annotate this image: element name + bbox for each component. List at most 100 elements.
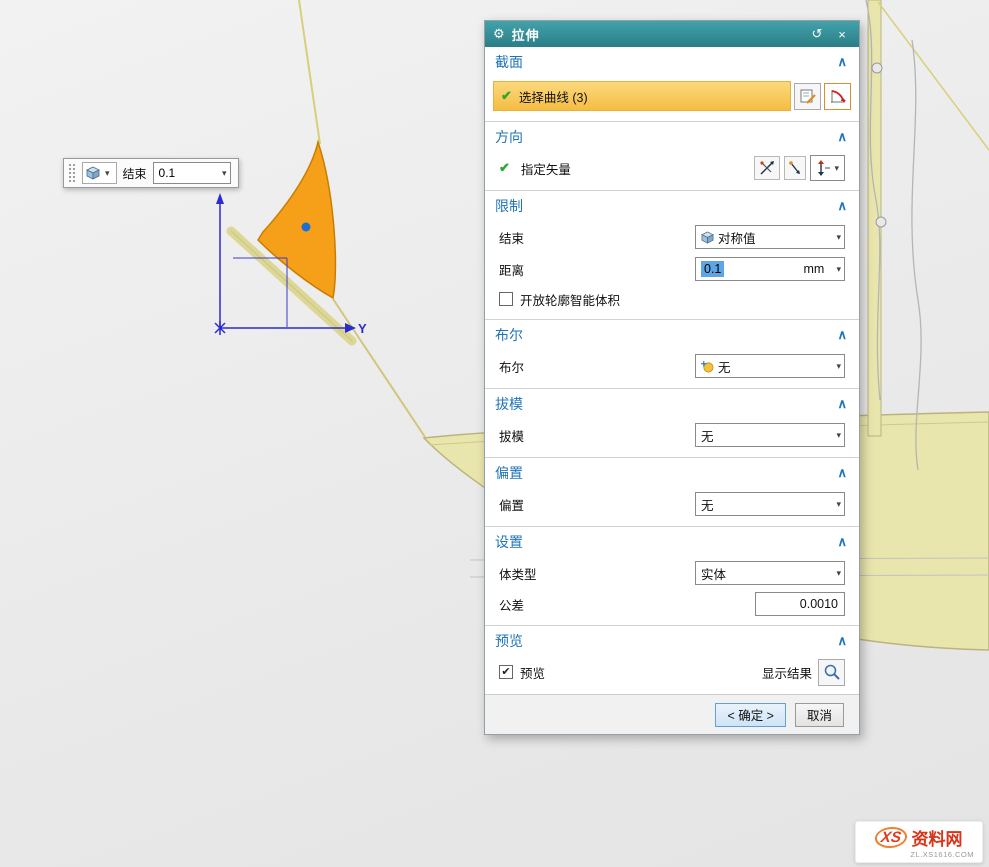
watermark-brand: 资料网 — [912, 825, 963, 850]
curve-rule-button[interactable] — [824, 83, 851, 110]
boolean-value: 无 — [718, 357, 731, 376]
group-preview: 预览 ∧ ✔ 预览 显示结果 — [485, 625, 859, 694]
distance-row: 距离 0.1 mm ▾ — [485, 253, 859, 285]
sketch-section-icon — [799, 87, 817, 105]
draft-dropdown[interactable]: 无 ▾ — [695, 423, 845, 447]
end-row: 结束 对称值 ▾ — [485, 221, 859, 253]
chevron-up-icon[interactable]: ∧ — [837, 465, 847, 481]
caret-down-icon: ▾ — [219, 169, 230, 178]
reverse-direction-dropdown[interactable]: ▾ — [810, 155, 845, 181]
stay-line-top — [299, 0, 320, 144]
boolean-none-icon — [701, 360, 714, 373]
draft-row: 拔模 无 ▾ — [485, 419, 859, 451]
mini-end-label: 结束 — [123, 165, 147, 182]
caret-down-icon: ▾ — [833, 265, 844, 274]
rigging-line-right — [878, 2, 989, 150]
group-boolean: 布尔 ∧ 布尔 无 ▾ — [485, 319, 859, 388]
mini-distance-value: 0.1 — [159, 166, 176, 180]
group-section: 截面 ∧ ✔ 选择曲线 (3) — [485, 47, 859, 121]
open-profile-checkbox[interactable] — [499, 292, 513, 306]
tolerance-input[interactable]: 0.0010 — [755, 592, 845, 616]
gear-icon: ⚙ — [493, 26, 505, 42]
body-type-dropdown[interactable]: 实体 ▾ — [695, 561, 845, 585]
chevron-up-icon[interactable]: ∧ — [837, 534, 847, 550]
caret-down-icon: ▾ — [831, 164, 842, 173]
dialog-title-bar[interactable]: ⚙ 拉伸 ↺ × — [485, 21, 859, 47]
end-label: 结束 — [499, 228, 524, 247]
draft-group-header[interactable]: 拔模 ∧ — [485, 389, 859, 419]
caret-down-icon: ▾ — [102, 169, 113, 178]
chevron-up-icon[interactable]: ∧ — [837, 129, 847, 145]
preview-group-header[interactable]: 预览 ∧ — [485, 626, 859, 656]
distance-input[interactable]: 0.1 mm ▾ — [695, 257, 845, 281]
dialog-title: 拉伸 — [512, 25, 540, 44]
distance-unit[interactable]: mm — [799, 262, 833, 276]
dialog-footer: < 确定 > 取消 — [485, 694, 859, 734]
direction-header-label: 方向 — [495, 127, 523, 147]
limits-group-header[interactable]: 限制 ∧ — [485, 191, 859, 221]
point-vector-button[interactable] — [784, 156, 806, 180]
preview-header-label: 预览 — [495, 631, 523, 651]
sail-point-handle[interactable] — [302, 223, 311, 232]
tolerance-value: 0.0010 — [800, 597, 838, 611]
show-result-button[interactable] — [818, 659, 845, 686]
select-curves-field[interactable]: ✔ 选择曲线 (3) — [493, 81, 791, 111]
drag-handle[interactable] — [68, 163, 76, 183]
chevron-up-icon[interactable]: ∧ — [837, 54, 847, 70]
watermark-url: ZL.XS1616.COM — [910, 850, 982, 859]
ok-button[interactable]: < 确定 > — [715, 703, 786, 727]
boolean-row: 布尔 无 ▾ — [485, 350, 859, 382]
draft-label: 拔模 — [499, 426, 524, 445]
curve-endpoint-2[interactable] — [876, 217, 886, 227]
offset-row: 偏置 无 ▾ — [485, 488, 859, 520]
distance-value: 0.1 — [701, 261, 724, 277]
offset-dropdown[interactable]: 无 ▾ — [695, 492, 845, 516]
select-curves-label: 选择曲线 (3) — [519, 87, 588, 106]
limits-header-label: 限制 — [495, 196, 523, 216]
offset-group-header[interactable]: 偏置 ∧ — [485, 458, 859, 488]
check-icon: ✔ — [499, 160, 510, 176]
group-settings: 设置 ∧ 体类型 实体 ▾ 公差 0.0010 — [485, 526, 859, 625]
tolerance-label: 公差 — [499, 595, 524, 614]
chevron-up-icon[interactable]: ∧ — [837, 396, 847, 412]
caret-down-icon: ▾ — [833, 362, 844, 371]
offset-label: 偏置 — [499, 495, 524, 514]
caret-down-icon: ▾ — [833, 569, 844, 578]
preview-checkbox[interactable]: ✔ — [499, 665, 513, 679]
draft-value: 无 — [701, 426, 714, 445]
point-arrow-icon — [788, 161, 802, 175]
end-value: 对称值 — [718, 228, 756, 247]
group-direction: 方向 ∧ ✔ 指定矢量 — [485, 121, 859, 190]
body-type-row: 体类型 实体 ▾ — [485, 557, 859, 589]
end-option-dropdown[interactable]: ▾ — [82, 162, 117, 184]
mini-distance-dropdown[interactable]: 0.1 ▾ — [153, 162, 231, 184]
check-icon: ✔ — [501, 88, 512, 104]
section-group-header[interactable]: 截面 ∧ — [485, 47, 859, 77]
offset-value: 无 — [701, 495, 714, 514]
boolean-group-header[interactable]: 布尔 ∧ — [485, 320, 859, 350]
frame-curve-2 — [912, 40, 921, 470]
cancel-button[interactable]: 取消 — [795, 703, 844, 727]
direction-group-header[interactable]: 方向 ∧ — [485, 122, 859, 152]
curve-rule-icon — [829, 87, 847, 105]
vector-dialog-button[interactable] — [754, 156, 780, 180]
reset-button[interactable]: ↺ — [808, 26, 826, 42]
specify-vector-row: ✔ 指定矢量 — [485, 152, 859, 184]
chevron-up-icon[interactable]: ∧ — [837, 198, 847, 214]
caret-down-icon: ▾ — [833, 233, 844, 242]
chevron-up-icon[interactable]: ∧ — [837, 327, 847, 343]
body-type-value: 实体 — [701, 564, 726, 583]
sail-selected-shape[interactable] — [258, 142, 335, 298]
sketch-section-button[interactable] — [794, 83, 821, 110]
cube-icon — [701, 231, 714, 244]
watermark-logo: XS — [874, 827, 909, 848]
draft-header-label: 拔模 — [495, 394, 523, 414]
chevron-up-icon[interactable]: ∧ — [837, 633, 847, 649]
offset-header-label: 偏置 — [495, 463, 523, 483]
onscreen-input-toolbar[interactable]: ▾ 结束 0.1 ▾ — [63, 158, 239, 188]
curve-endpoint-1[interactable] — [872, 63, 882, 73]
boolean-dropdown[interactable]: 无 ▾ — [695, 354, 845, 378]
settings-group-header[interactable]: 设置 ∧ — [485, 527, 859, 557]
end-dropdown[interactable]: 对称值 ▾ — [695, 225, 845, 249]
close-button[interactable]: × — [833, 27, 851, 42]
